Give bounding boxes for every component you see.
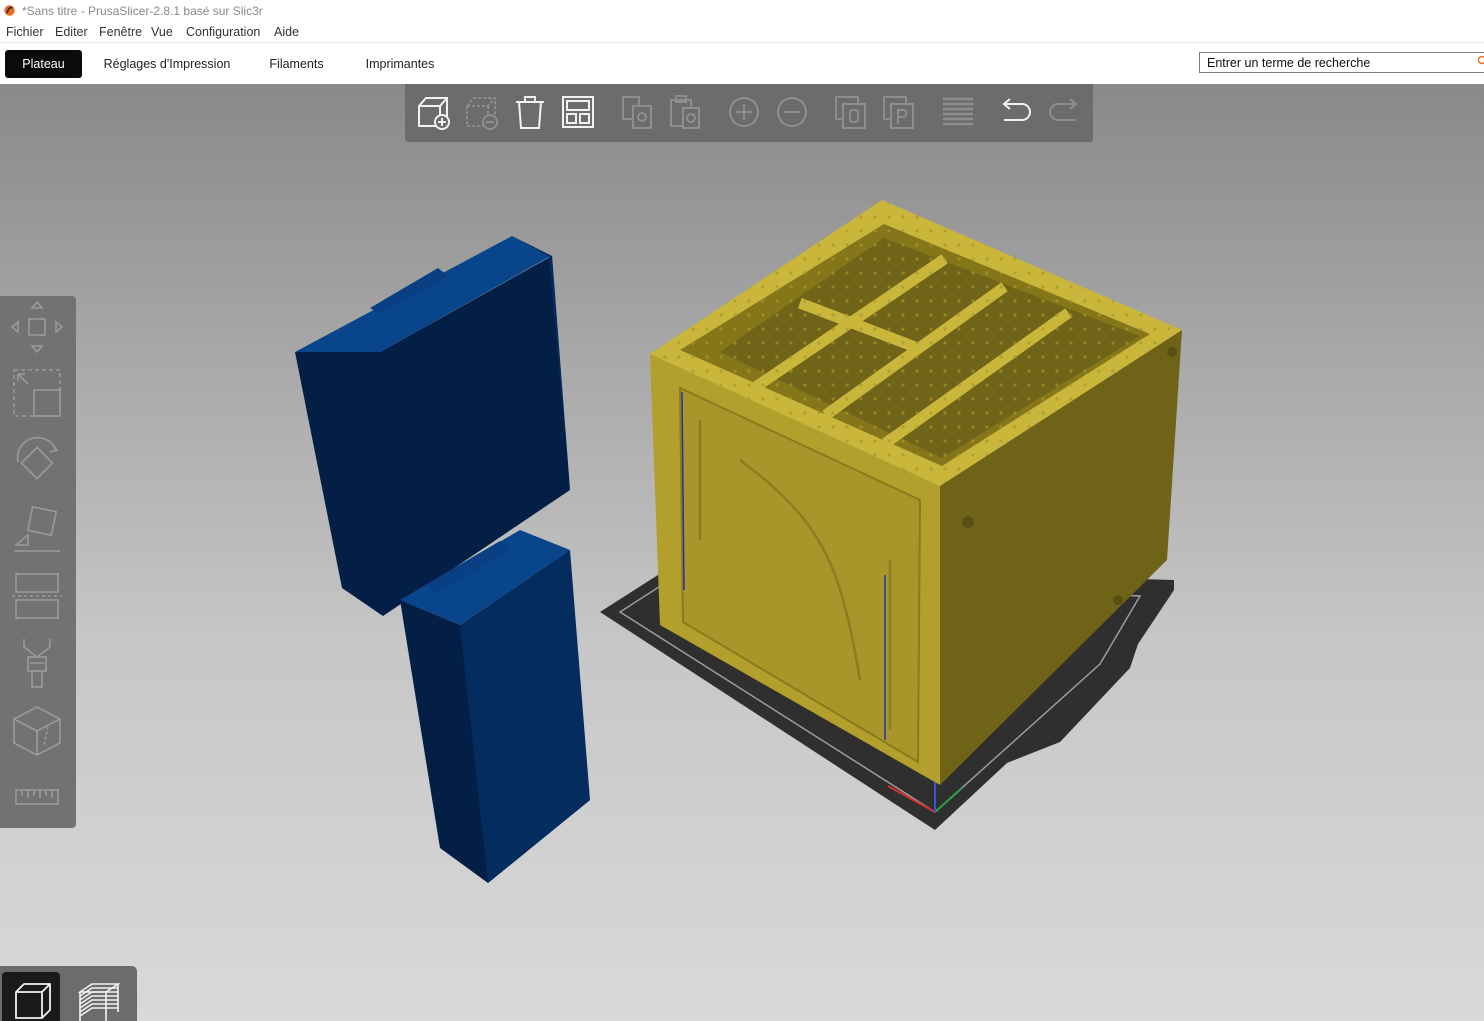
3d-viewport[interactable] (0, 84, 1484, 1021)
split-parts-icon[interactable] (879, 92, 919, 132)
seam-painting-icon[interactable] (8, 701, 66, 759)
search-box (1199, 52, 1484, 73)
measure-icon[interactable] (8, 768, 66, 826)
menu-configuration[interactable]: Configuration (186, 25, 260, 39)
place-on-face-icon[interactable] (8, 499, 66, 557)
menu-editer[interactable]: Editer (55, 25, 88, 39)
add-instance-icon[interactable] (724, 92, 764, 132)
paint-supports-icon[interactable] (8, 633, 66, 691)
redo-icon[interactable] (1044, 92, 1084, 132)
title-bar: *Sans titre - PrusaSlicer-2.8.1 basé sur… (0, 0, 1484, 22)
window-title: *Sans titre - PrusaSlicer-2.8.1 basé sur… (22, 4, 263, 18)
split-objects-icon[interactable] (831, 92, 871, 132)
menu-bar: Fichier Editer Fenêtre Vue Configuration… (0, 22, 1484, 43)
arrange-icon[interactable] (558, 92, 598, 132)
search-icon[interactable] (1477, 55, 1484, 65)
paste-icon[interactable] (665, 92, 705, 132)
search-input[interactable] (1200, 53, 1477, 72)
remove-instance-icon[interactable] (772, 92, 812, 132)
copy-icon[interactable] (617, 92, 657, 132)
top-toolbar (405, 84, 1093, 142)
undo-icon[interactable] (996, 92, 1036, 132)
cut-icon[interactable] (8, 566, 66, 624)
3d-view-icon[interactable] (2, 972, 60, 1021)
move-icon[interactable] (8, 298, 66, 356)
delete-all-icon[interactable] (510, 92, 550, 132)
rotate-icon[interactable] (8, 432, 66, 490)
menu-fichier[interactable]: Fichier (6, 25, 44, 39)
tab-reglages-impression[interactable]: Réglages d'Impression (97, 50, 237, 78)
view-switch (0, 966, 137, 1021)
menu-fenetre[interactable]: Fenêtre (99, 25, 142, 39)
left-toolbar (0, 296, 76, 828)
delete-object-icon[interactable] (462, 92, 502, 132)
tab-imprimantes[interactable]: Imprimantes (355, 50, 445, 78)
menu-vue[interactable]: Vue (151, 25, 173, 39)
prusaslicer-logo-icon (4, 5, 15, 16)
model-blue-part-bottom[interactable] (400, 530, 590, 883)
layers-editing-icon[interactable] (938, 92, 978, 132)
add-object-icon[interactable] (414, 92, 454, 132)
3d-scene[interactable] (0, 84, 1484, 1021)
tab-plateau[interactable]: Plateau (5, 50, 82, 78)
scale-icon[interactable] (8, 364, 66, 422)
preview-layers-icon[interactable] (70, 972, 128, 1021)
tab-filaments[interactable]: Filaments (258, 50, 335, 78)
menu-aide[interactable]: Aide (274, 25, 299, 39)
